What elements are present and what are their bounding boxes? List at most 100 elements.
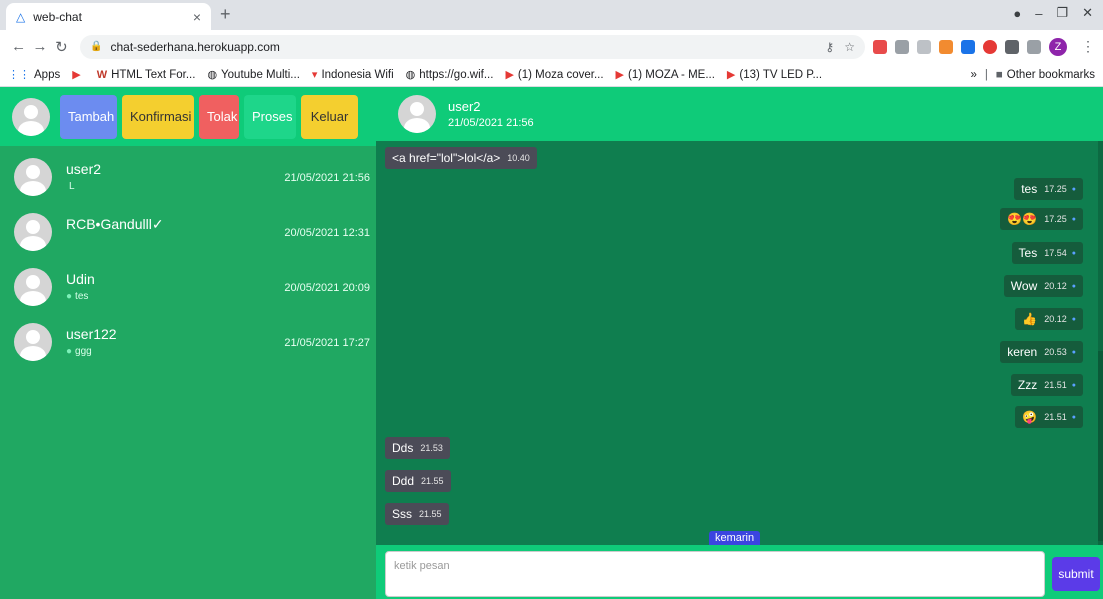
contact-item[interactable]: user2 L 21/05/2021 21:56: [0, 150, 376, 205]
contact-avatar: [14, 268, 52, 306]
contact-avatar: [14, 213, 52, 251]
konfirmasi-button[interactable]: Konfirmasi: [122, 94, 194, 139]
contact-item[interactable]: RCB•Gandulll✓ 20/05/2021 12:31: [0, 205, 376, 260]
chat-partner-name: user2: [448, 99, 481, 114]
chat-header: user2 21/05/2021 21:56: [376, 87, 1103, 141]
contact-avatar: [14, 323, 52, 361]
message-bubble: Wow 20.12 ●: [1003, 275, 1083, 297]
read-dot-icon: ●: [1071, 282, 1076, 290]
w-icon: W: [96, 68, 108, 81]
keluar-button[interactable]: Keluar: [301, 94, 358, 139]
chat-partner-avatar[interactable]: [398, 95, 436, 133]
address-bar[interactable]: 🔒 chat-sederhana.herokuapp.com ⚷ ☆: [80, 34, 865, 59]
browser-status-icon[interactable]: ●: [1013, 6, 1021, 21]
extension-icon[interactable]: [872, 39, 887, 54]
proses-button[interactable]: Proses: [244, 94, 296, 139]
contact-time: 21/05/2021 17:27: [284, 337, 370, 349]
bookmark-html-text[interactable]: W HTML Text For...: [97, 69, 196, 81]
read-dot-icon: ●: [1071, 348, 1076, 356]
extensions-puzzle-icon[interactable]: [1004, 39, 1019, 54]
contact-time: 21/05/2021 21:56: [284, 172, 370, 184]
message-bubble: tes 17.25 ●: [1014, 178, 1083, 200]
read-dot-icon: ●: [1071, 215, 1076, 223]
restore-icon[interactable]: ❐: [1056, 5, 1068, 21]
submit-button[interactable]: submit: [1052, 557, 1100, 591]
bookmarks-bar: ⋮⋮ Apps ▶ W HTML Text For... ◍ Youtube Mult…: [0, 63, 1103, 87]
media-queue-icon[interactable]: [1026, 39, 1041, 54]
bookmark-tv-led[interactable]: ▶ (13) TV LED P...: [726, 68, 822, 82]
bookmark-moza-cover[interactable]: ▶ (1) Moza cover...: [505, 68, 603, 82]
chat-app: Tambah Konfirmasi Tolak Proses Keluar us…: [0, 87, 1103, 599]
reload-icon[interactable]: ↻: [51, 38, 72, 56]
extension-icon[interactable]: [938, 39, 953, 54]
close-window-icon[interactable]: ✕: [1082, 5, 1093, 21]
message-scrollbar-thumb[interactable]: [1098, 351, 1103, 541]
own-avatar[interactable]: [12, 97, 50, 136]
bookmark-indonesia-wifi[interactable]: ▾ Indonesia Wifi: [311, 68, 394, 82]
bookmark-youtube[interactable]: ▶: [72, 68, 84, 81]
bookmark-star-icon[interactable]: ☆: [844, 40, 855, 54]
browser-toolbar: ← → ↻ 🔒 chat-sederhana.herokuapp.com ⚷ ☆…: [0, 30, 1103, 63]
globe-icon: ◍: [207, 69, 218, 81]
sidebar-header: Tambah Konfirmasi Tolak Proses Keluar: [0, 87, 376, 146]
minimize-icon[interactable]: –: [1035, 6, 1042, 21]
tab-title: web-chat: [33, 9, 82, 24]
message-bubble: Tes 17.54 ●: [1011, 242, 1083, 264]
bookmarks-overflow: » | ■ Other bookmarks: [970, 69, 1095, 81]
bookmark-youtube-multi[interactable]: ◍ Youtube Multi...: [207, 68, 299, 82]
youtube-icon: ▶: [505, 69, 514, 81]
key-icon[interactable]: ⚷: [825, 40, 834, 54]
read-dot-icon: ●: [1071, 381, 1076, 389]
more-bookmarks-button[interactable]: »: [970, 69, 976, 81]
new-tab-button[interactable]: +: [220, 4, 231, 25]
message-bubble: Ddd 21.55: [385, 470, 451, 492]
bookmark-divider: |: [984, 68, 988, 81]
url-text[interactable]: chat-sederhana.herokuapp.com: [110, 40, 815, 54]
contact-list: user2 L 21/05/2021 21:56 RCB•Gandulll✓ 2…: [0, 150, 376, 370]
message-bubble: Zzz 21.51 ●: [1010, 374, 1083, 396]
youtube-icon: ▶: [615, 69, 625, 81]
message-bubble: keren 20.53 ●: [1000, 341, 1083, 363]
bookmark-go-wifi[interactable]: ◍ https://go.wif...: [406, 68, 494, 82]
window-controls: ● – ❐ ✕: [1013, 5, 1093, 21]
folder-icon: ■: [995, 68, 1003, 81]
apps-grid-icon: ⋮⋮: [8, 69, 30, 81]
extension-icon[interactable]: [916, 39, 931, 54]
lock-icon[interactable]: 🔒: [90, 41, 102, 52]
day-separator: kemarin: [709, 531, 761, 545]
message-bubble: 🤪 21.51 ●: [1015, 406, 1083, 428]
message-bubble: <a href="lol">lol</a> 10.40: [385, 147, 537, 169]
contact-avatar: [14, 158, 52, 196]
browser-tab-bar: △ web-chat × + ● – ❐ ✕: [0, 0, 1103, 30]
message-input[interactable]: [385, 551, 1045, 597]
tab-close-icon[interactable]: ×: [193, 9, 201, 25]
youtube-icon: ▶: [726, 69, 736, 81]
tolak-button[interactable]: Tolak: [199, 94, 239, 139]
message-list[interactable]: <a href="lol">lol</a> 10.40 tes 17.25 ● 😍😍 1…: [376, 141, 1098, 545]
message-bubble: Sss 21.55: [385, 503, 449, 525]
wifi-icon: ▾: [311, 69, 318, 81]
profile-avatar[interactable]: Z: [1048, 37, 1067, 56]
forward-icon[interactable]: →: [29, 38, 50, 55]
other-bookmarks[interactable]: Other bookmarks: [1007, 69, 1095, 81]
browser-tab[interactable]: △ web-chat ×: [6, 3, 211, 30]
chat-panel: user2 21/05/2021 21:56 <a href="lol">lol…: [376, 87, 1103, 599]
message-bubble: 😍😍 17.25 ●: [1000, 208, 1083, 230]
compose-bar: submit: [376, 545, 1103, 599]
read-dot-icon: ●: [1071, 413, 1076, 421]
bookmark-moza-me[interactable]: ▶ (1) MOZA - ME...: [615, 68, 715, 82]
contact-time: 20/05/2021 20:09: [284, 282, 370, 294]
site-favicon-icon: △: [16, 9, 26, 24]
contact-item[interactable]: Udin ● tes 20/05/2021 20:09: [0, 260, 376, 315]
extension-icon[interactable]: [894, 39, 909, 54]
bookmark-apps[interactable]: ⋮⋮ Apps: [8, 68, 60, 82]
adblock-icon[interactable]: [982, 39, 997, 54]
browser-menu-icon[interactable]: ⋮: [1081, 38, 1095, 55]
contact-item[interactable]: user122 ● ggg 21/05/2021 17:27: [0, 315, 376, 370]
tambah-button[interactable]: Tambah: [60, 94, 117, 139]
chat-partner-date: 21/05/2021 21:56: [448, 117, 534, 129]
read-dot-icon: ●: [1071, 185, 1076, 193]
extension-icon[interactable]: [960, 39, 975, 54]
extensions-area: Z ⋮: [872, 37, 1095, 56]
back-icon[interactable]: ←: [8, 38, 29, 55]
